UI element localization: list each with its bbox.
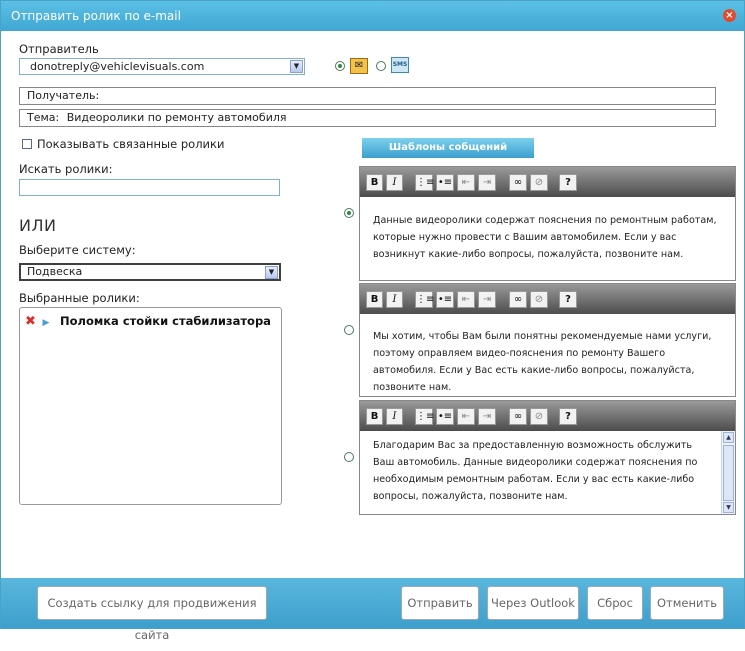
send-button[interactable]: Отправить <box>401 586 479 620</box>
indent-icon[interactable]: ⇥ <box>478 408 496 425</box>
via-outlook-button[interactable]: Через Outlook <box>487 586 579 620</box>
scroll-up-icon[interactable]: ▲ <box>723 432 734 443</box>
show-related-label: Показывать связанные ролики <box>37 137 225 151</box>
bold-button[interactable]: B <box>366 174 383 191</box>
italic-button[interactable]: I <box>386 174 403 191</box>
indent-icon[interactable]: ⇥ <box>478 291 496 308</box>
scroll-down-icon[interactable]: ▼ <box>723 502 734 513</box>
template-editor-2: B I ⋮≡ •≡ ⇤ ⇥ ∞ ⊘ ? Мы хотим, чтобы Вам … <box>359 283 736 397</box>
chevron-down-icon[interactable]: ▼ <box>265 266 278 279</box>
template-1-text[interactable]: Данные видеоролики содержат пояснения по… <box>373 212 721 263</box>
template-editor-1: B I ⋮≡ •≡ ⇤ ⇥ ∞ ⊘ ? Данные видеоролики с… <box>359 166 736 281</box>
dialog-title: Отправить ролик по e-mail <box>11 9 181 23</box>
bullet-list-icon[interactable]: •≡ <box>436 174 454 191</box>
unlink-icon[interactable]: ⊘ <box>530 291 548 308</box>
sender-value: donotreply@vehiclevisuals.com <box>30 60 205 73</box>
video-title: Поломка стойки стабилизатора <box>60 314 271 328</box>
subject-label: Тема: <box>27 111 60 124</box>
email-dialog: Отправить ролик по e-mail × Отправитель … <box>0 0 745 642</box>
subject-field[interactable]: Тема: Видеоролики по ремонту автомобиля <box>19 109 716 127</box>
play-icon[interactable]: ▶ <box>43 318 57 328</box>
footer-bar: Создать ссылку для продвижения сайта Отп… <box>1 578 744 642</box>
unlink-icon[interactable]: ⊘ <box>530 408 548 425</box>
title-bar: Отправить ролик по e-mail × <box>1 1 744 31</box>
cancel-button[interactable]: Отменить <box>650 586 724 620</box>
or-label: ИЛИ <box>19 216 57 235</box>
templates-button[interactable]: Шаблоны собщений <box>362 138 534 158</box>
help-icon[interactable]: ? <box>559 408 577 425</box>
indent-icon[interactable]: ⇥ <box>478 174 496 191</box>
template-2-text[interactable]: Мы хотим, чтобы Вам были понятны рекомен… <box>373 328 721 396</box>
template-1-radio[interactable] <box>344 208 354 218</box>
help-icon[interactable]: ? <box>559 291 577 308</box>
list-item: ✖ ▶ Поломка стойки стабилизатора <box>25 314 271 329</box>
remove-icon[interactable]: ✖ <box>25 314 39 329</box>
bold-button[interactable]: B <box>366 291 383 308</box>
outdent-icon[interactable]: ⇤ <box>457 408 475 425</box>
ordered-list-icon[interactable]: ⋮≡ <box>415 408 434 425</box>
sms-radio[interactable] <box>376 61 386 71</box>
recipient-field[interactable]: Получатель: <box>19 87 716 105</box>
system-value: Подвеска <box>27 265 83 278</box>
email-icon: ✉ <box>350 58 368 74</box>
create-link-button[interactable]: Создать ссылку для продвижения сайта <box>37 586 267 642</box>
system-label: Выберите систему: <box>19 243 136 257</box>
template-editor-3: B I ⋮≡ •≡ ⇤ ⇥ ∞ ⊘ ? Благодарим Вас за пр… <box>359 400 736 515</box>
system-select[interactable]: Подвеска ▼ <box>19 263 281 281</box>
template-3-scrollbar[interactable]: ▲ ▼ <box>721 431 735 514</box>
editor-toolbar: B I ⋮≡ •≡ ⇤ ⇥ ∞ ⊘ ? <box>360 401 735 431</box>
reset-button[interactable]: Сброс <box>587 586 643 620</box>
link-icon[interactable]: ∞ <box>509 174 527 191</box>
sender-select[interactable]: donotreply@vehiclevisuals.com ▼ <box>19 58 305 75</box>
outdent-icon[interactable]: ⇤ <box>457 291 475 308</box>
selected-videos-label: Выбранные ролики: <box>19 291 140 305</box>
link-icon[interactable]: ∞ <box>509 291 527 308</box>
selected-videos-list: ✖ ▶ Поломка стойки стабилизатора <box>19 307 282 505</box>
template-3-radio[interactable] <box>344 452 354 462</box>
search-label: Искать ролики: <box>19 162 113 176</box>
show-related-checkbox[interactable] <box>22 139 32 149</box>
help-icon[interactable]: ? <box>559 174 577 191</box>
subject-value: Видеоролики по ремонту автомобиля <box>66 111 287 124</box>
scroll-thumb[interactable] <box>723 445 734 501</box>
recipient-label: Получатель: <box>27 89 100 102</box>
bullet-list-icon[interactable]: •≡ <box>436 408 454 425</box>
sender-label: Отправитель <box>19 42 99 56</box>
unlink-icon[interactable]: ⊘ <box>530 174 548 191</box>
sms-icon: SMS <box>391 57 409 73</box>
ordered-list-icon[interactable]: ⋮≡ <box>415 291 434 308</box>
outdent-icon[interactable]: ⇤ <box>457 174 475 191</box>
chevron-down-icon[interactable]: ▼ <box>290 60 303 73</box>
bullet-list-icon[interactable]: •≡ <box>436 291 454 308</box>
search-input[interactable] <box>19 179 280 196</box>
bold-button[interactable]: B <box>366 408 383 425</box>
ordered-list-icon[interactable]: ⋮≡ <box>415 174 434 191</box>
template-2-radio[interactable] <box>344 325 354 335</box>
editor-toolbar: B I ⋮≡ •≡ ⇤ ⇥ ∞ ⊘ ? <box>360 284 735 314</box>
template-3-text[interactable]: Благодарим Вас за предоставленную возмож… <box>373 437 715 505</box>
italic-button[interactable]: I <box>386 408 403 425</box>
editor-toolbar: B I ⋮≡ •≡ ⇤ ⇥ ∞ ⊘ ? <box>360 167 735 197</box>
italic-button[interactable]: I <box>386 291 403 308</box>
close-icon[interactable]: × <box>723 9 736 22</box>
email-radio[interactable] <box>335 61 345 71</box>
link-icon[interactable]: ∞ <box>509 408 527 425</box>
